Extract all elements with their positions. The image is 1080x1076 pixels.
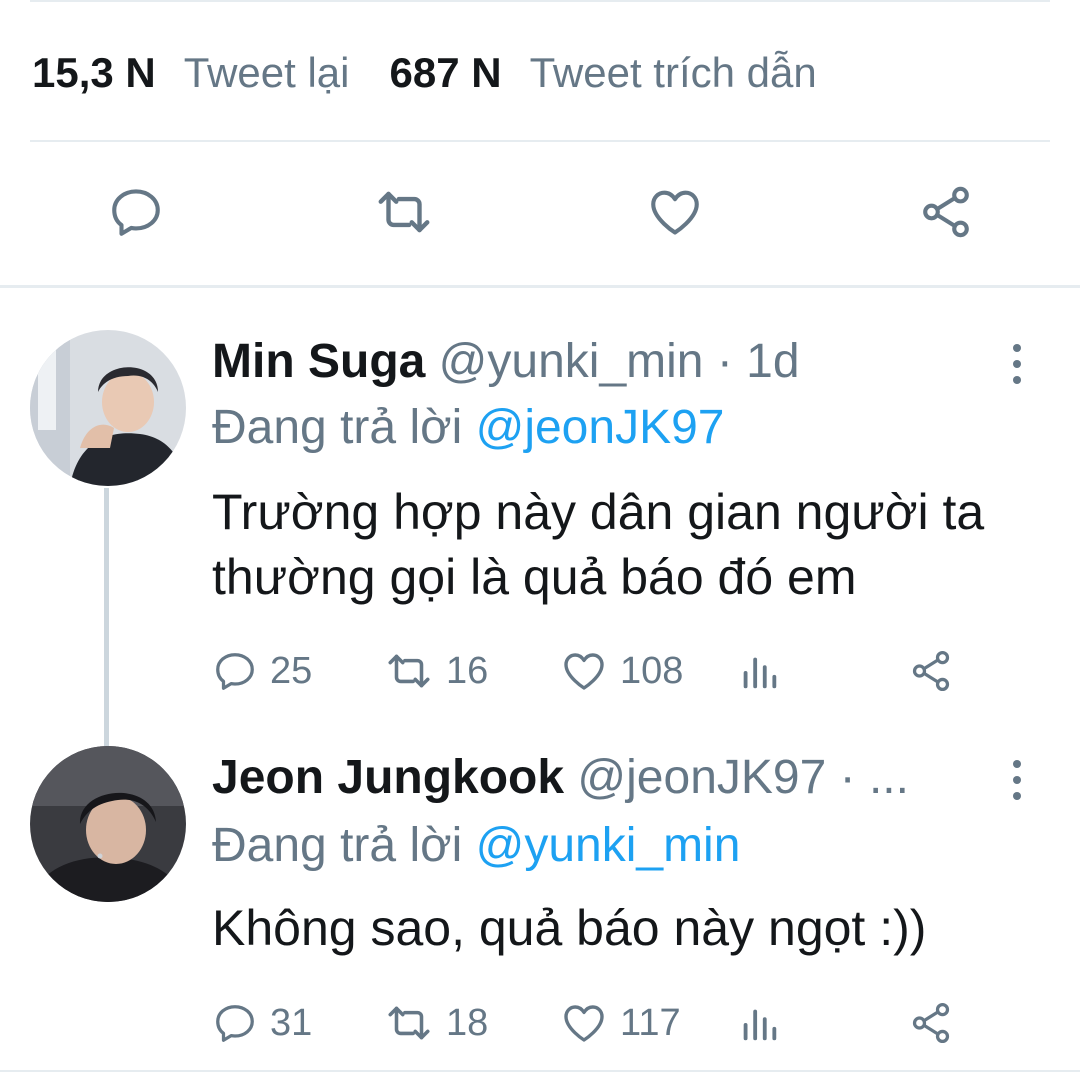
like-count: 108 <box>620 649 684 692</box>
main-action-bar <box>0 180 1080 250</box>
like-icon <box>564 1005 604 1042</box>
mention-link[interactable]: @yunki_min <box>476 819 741 872</box>
display-name[interactable]: Min Suga <box>212 335 425 388</box>
top-divider <box>30 0 1050 2</box>
like-button[interactable]: 117 <box>560 998 681 1048</box>
tweet-actions: 31 18 117 <box>212 998 972 1048</box>
like-icon[interactable] <box>643 180 707 244</box>
retweet-icon <box>388 1006 430 1040</box>
avatar[interactable] <box>30 746 186 902</box>
replying-to-label: Đang trả lời <box>212 401 463 454</box>
actions-divider <box>0 285 1080 288</box>
retweet-icon[interactable] <box>372 180 436 244</box>
handle-and-time[interactable]: @jeonJK97 · ... <box>577 751 909 804</box>
share-button[interactable] <box>908 998 966 1048</box>
tweet-stats: 15,3 N Tweet lại 687 N Tweet trích dẫn <box>32 48 817 98</box>
retweet-count[interactable]: 15,3 N <box>32 49 156 97</box>
thread-connector <box>104 488 109 746</box>
tweet-text: Không sao, quả báo này ngọt :)) <box>212 900 927 956</box>
tweet-header: Min Suga @yunki_min · 1d <box>212 334 800 390</box>
retweet-button[interactable]: 18 <box>384 998 488 1048</box>
tweet-text: Trường hợp này dân gian người ta thường … <box>212 484 985 605</box>
bottom-divider <box>0 1070 1080 1072</box>
retweet-icon <box>388 654 430 688</box>
display-name[interactable]: Jeon Jungkook <box>212 751 564 804</box>
replying-to: Đang trả lời @jeonJK97 <box>212 400 724 456</box>
mention-link[interactable]: @jeonJK97 <box>476 401 725 454</box>
like-count: 117 <box>620 1001 681 1044</box>
like-icon <box>564 653 604 690</box>
stats-divider <box>30 140 1050 142</box>
retweet-count: 18 <box>446 1001 489 1044</box>
share-button[interactable] <box>908 646 966 696</box>
reply-icon[interactable] <box>104 180 168 244</box>
share-icon <box>912 1002 950 1044</box>
analytics-button[interactable] <box>736 998 794 1048</box>
more-options-icon[interactable] <box>1005 344 1029 384</box>
share-icon[interactable] <box>914 180 978 244</box>
share-icon <box>912 650 950 692</box>
handle-and-time[interactable]: @yunki_min · 1d <box>439 335 800 388</box>
more-options-icon[interactable] <box>1005 760 1029 800</box>
like-button[interactable]: 108 <box>560 646 683 696</box>
reply-icon <box>216 1005 254 1042</box>
reply-button[interactable]: 31 <box>212 998 312 1048</box>
avatar[interactable] <box>30 330 186 486</box>
retweet-count: 16 <box>446 649 489 692</box>
quote-tweet-label[interactable]: Tweet trích dẫn <box>530 49 817 97</box>
reply-count: 31 <box>270 1001 313 1044</box>
analytics-icon <box>743 1009 777 1041</box>
reply-icon <box>216 653 254 690</box>
replying-to-label: Đang trả lời <box>212 819 463 872</box>
replying-to: Đang trả lời @yunki_min <box>212 818 740 874</box>
retweet-button[interactable]: 16 <box>384 646 488 696</box>
reply-count: 25 <box>270 649 313 692</box>
tweet-header: Jeon Jungkook @jeonJK97 · ... <box>212 750 909 806</box>
retweet-label[interactable]: Tweet lại <box>184 49 350 97</box>
analytics-icon <box>743 657 777 689</box>
quote-tweet-count[interactable]: 687 N <box>390 49 502 97</box>
reply-button[interactable]: 25 <box>212 646 312 696</box>
analytics-button[interactable] <box>736 646 794 696</box>
tweet-actions: 25 16 108 <box>212 646 972 696</box>
